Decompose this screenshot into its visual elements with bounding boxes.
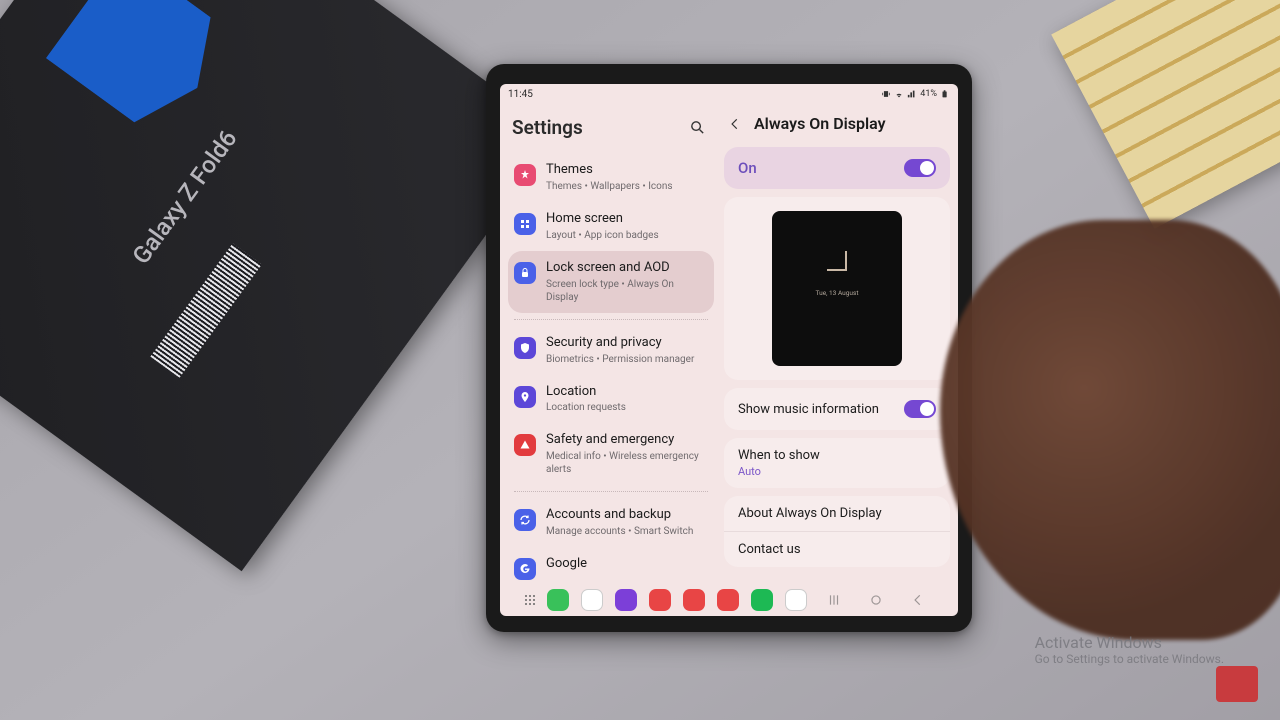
divider (514, 319, 708, 320)
row-title: About Always On Display (738, 506, 936, 521)
divider (514, 491, 708, 492)
status-right-cluster: 41% (881, 89, 950, 99)
themes-icon (514, 164, 536, 186)
back-icon[interactable] (728, 117, 742, 131)
when-to-show-row[interactable]: When to show Auto (724, 438, 950, 488)
battery-icon (940, 89, 950, 99)
signal-icon (907, 89, 917, 99)
sidebar-item-safety[interactable]: Safety and emergency Medical info • Wire… (508, 423, 714, 485)
item-subtitle: Biometrics • Permission manager (546, 353, 708, 366)
phone-app-icon[interactable] (547, 589, 569, 611)
row-title: When to show (738, 448, 936, 463)
wifi-icon (894, 89, 904, 99)
detail-panel: Always On Display On Tue, 13 August Show… (720, 104, 958, 584)
about-row[interactable]: About Always On Display (724, 496, 950, 532)
warranty-badge (46, 0, 236, 140)
sidebar-item-home-screen[interactable]: Home screen Layout • App icon badges (508, 202, 714, 251)
item-title: Location (546, 384, 708, 401)
battery-percent: 41% (920, 89, 937, 99)
when-to-show-card: When to show Auto (724, 438, 950, 488)
sidebar-item-accounts[interactable]: Accounts and backup Manage accounts • Sm… (508, 498, 714, 547)
app-icon-5[interactable] (683, 589, 705, 611)
item-title: Accounts and backup (546, 507, 708, 524)
apps-grid-icon[interactable] (525, 595, 535, 605)
item-title: Themes (546, 162, 708, 179)
spotify-app-icon[interactable] (751, 589, 773, 611)
emergency-icon (514, 434, 536, 456)
location-icon (514, 386, 536, 408)
aod-preview[interactable]: Tue, 13 August (772, 211, 902, 366)
barcode (150, 243, 261, 377)
lock-icon (514, 262, 536, 284)
row-title: Contact us (738, 542, 936, 557)
watermark-line2: Go to Settings to activate Windows. (1035, 652, 1224, 666)
sidebar-item-themes[interactable]: Themes Themes • Wallpapers • Icons (508, 153, 714, 202)
main-toggle[interactable] (904, 159, 936, 177)
tablet-frame: 11:45 41% Settings (486, 64, 972, 632)
vibrate-icon (881, 89, 891, 99)
item-subtitle: Themes • Wallpapers • Icons (546, 180, 708, 193)
main-toggle-label: On (738, 159, 757, 177)
sidebar-item-location[interactable]: Location Location requests (508, 375, 714, 424)
item-title: Safety and emergency (546, 432, 708, 449)
watermark-line1: Activate Windows (1035, 633, 1224, 652)
contact-row[interactable]: Contact us (724, 532, 950, 567)
shield-icon (514, 337, 536, 359)
hand-overlay (940, 220, 1280, 640)
row-value: Auto (738, 465, 936, 478)
corner-app-icon (1216, 666, 1258, 702)
messages-app-icon[interactable] (581, 589, 603, 611)
recorder-app-icon[interactable] (717, 589, 739, 611)
settings-title: Settings (512, 116, 583, 139)
box-label: Galaxy Z Fold6 (127, 125, 243, 270)
windows-watermark: Activate Windows Go to Settings to activ… (1035, 633, 1224, 666)
item-subtitle: Location requests (546, 401, 708, 414)
search-icon[interactable] (689, 119, 706, 136)
home-nav-icon[interactable] (869, 593, 883, 607)
settings-panel: Settings Themes Themes • Wallpapers • Ic… (500, 104, 720, 584)
sidebar-item-google[interactable]: Google (508, 547, 714, 584)
sync-icon (514, 509, 536, 531)
about-card: About Always On Display Contact us (724, 496, 950, 567)
music-info-label: Show music information (738, 402, 879, 417)
home-screen-icon (514, 213, 536, 235)
aod-preview-card: Tue, 13 August (724, 197, 950, 380)
back-nav-icon[interactable] (911, 593, 925, 607)
app-icon-4[interactable] (649, 589, 671, 611)
item-title: Google (546, 556, 708, 573)
music-info-row[interactable]: Show music information (724, 388, 950, 430)
item-subtitle: Screen lock type • Always On Display (546, 278, 708, 304)
status-bar: 11:45 41% (500, 84, 958, 104)
item-title: Home screen (546, 211, 708, 228)
status-time: 11:45 (508, 89, 533, 100)
item-title: Security and privacy (546, 335, 708, 352)
item-title: Lock screen and AOD (546, 260, 708, 277)
sidebar-item-security[interactable]: Security and privacy Biometrics • Permis… (508, 326, 714, 375)
google-app-icon[interactable] (785, 589, 807, 611)
item-subtitle: Medical info • Wireless emergency alerts (546, 450, 708, 476)
item-subtitle: Layout • App icon badges (546, 229, 708, 242)
taskbar (500, 584, 958, 616)
aod-date: Tue, 13 August (816, 289, 859, 297)
item-subtitle: Manage accounts • Smart Switch (546, 525, 708, 538)
music-info-toggle[interactable] (904, 400, 936, 418)
sidebar-item-lock-screen[interactable]: Lock screen and AOD Screen lock type • A… (508, 251, 714, 313)
detail-title: Always On Display (754, 114, 886, 133)
google-icon (514, 558, 536, 580)
browser-app-icon[interactable] (615, 589, 637, 611)
clock-icon (827, 251, 847, 271)
wooden-block-prop (1051, 0, 1280, 229)
tablet-screen: 11:45 41% Settings (500, 84, 958, 616)
product-box-prop: Galaxy Z Fold6 (0, 0, 559, 571)
main-toggle-row[interactable]: On (724, 147, 950, 189)
recents-nav-icon[interactable] (827, 593, 841, 607)
